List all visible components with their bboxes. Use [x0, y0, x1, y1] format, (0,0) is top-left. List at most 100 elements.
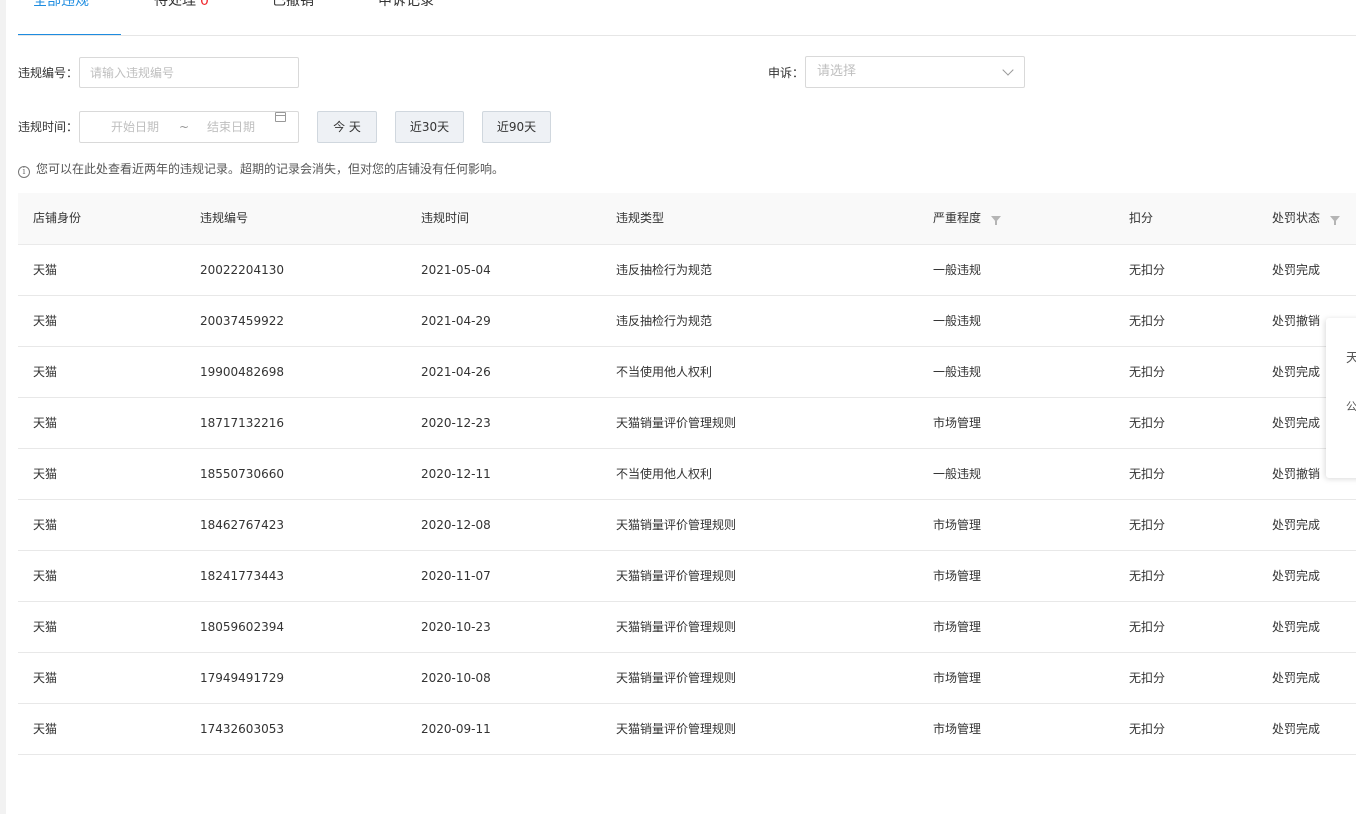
violation-time-label: 违规时间： — [18, 120, 79, 134]
cell-store-identity: 天猫 — [33, 365, 58, 379]
cell-violation-no: 18717132216 — [200, 416, 284, 430]
appeal-select[interactable]: 请选择 — [805, 56, 1025, 88]
cell-deduction: 无扣分 — [1129, 620, 1166, 634]
cell-deduction: 无扣分 — [1129, 365, 1166, 379]
cell-violation-time: 2020-12-11 — [421, 467, 491, 481]
cell-violation-type: 违反抽检行为规范 — [616, 314, 713, 328]
floating-side-panel[interactable]: 天 公 — [1326, 318, 1356, 478]
col-store-identity: 店铺身份 — [33, 211, 82, 225]
violation-tabs: 全部违规 待处理 0 已撤销 申诉记录 — [18, 0, 1356, 36]
table-row: 天猫 20037459922 2021-04-29 违反抽检行为规范 一般违规 无扣分 处罚… — [18, 296, 1356, 347]
cell-violation-time: 2020-09-11 — [421, 722, 491, 736]
cell-violation-type: 天猫销量评价管理规则 — [616, 416, 737, 430]
cell-violation-time: 2020-10-23 — [421, 620, 491, 634]
today-button[interactable]: 今 天 — [317, 111, 377, 143]
cell-store-identity: 天猫 — [33, 467, 58, 481]
cell-violation-type: 天猫销量评价管理规则 — [616, 722, 737, 736]
cell-severity: 一般违规 — [933, 467, 982, 481]
cell-violation-no: 17432603053 — [200, 722, 284, 736]
cell-violation-type: 天猫销量评价管理规则 — [616, 569, 737, 583]
cell-deduction: 无扣分 — [1129, 467, 1166, 481]
cell-violation-time: 2021-05-04 — [421, 263, 491, 277]
cell-violation-no: 20022204130 — [200, 263, 284, 277]
table-row: 天猫 18717132216 2020-12-23 天猫销量评价管理规则 市场管理 无扣分… — [18, 398, 1356, 449]
cell-store-identity: 天猫 — [33, 263, 58, 277]
cell-severity: 市场管理 — [933, 569, 982, 583]
col-violation-time: 违规时间 — [421, 211, 470, 225]
tab-label: 已撤销 — [272, 0, 314, 9]
cell-penalty-status: 处罚完成 — [1272, 569, 1321, 583]
table-row: 天猫 18059602394 2020-10-23 天猫销量评价管理规则 市场管理 无扣分… — [18, 602, 1356, 653]
last-30-days-button[interactable]: 近30天 — [395, 111, 464, 143]
table-row: 天猫 19900482698 2021-04-26 不当使用他人权利 一般违规 无扣分 处罚… — [18, 347, 1356, 398]
cell-deduction: 无扣分 — [1129, 722, 1166, 736]
cell-store-identity: 天猫 — [33, 722, 58, 736]
table-row: 天猫 17949491729 2020-10-08 天猫销量评价管理规则 市场管理 无扣分… — [18, 653, 1356, 704]
cell-severity: 市场管理 — [933, 416, 982, 430]
float-panel-text: 公 — [1346, 400, 1356, 413]
table-row: 天猫 18241773443 2020-11-07 天猫销量评价管理规则 市场管理 无扣分… — [18, 551, 1356, 602]
cell-violation-time: 2020-12-08 — [421, 518, 491, 532]
col-severity: 严重程度 — [933, 193, 1002, 244]
col-penalty-status: 处罚状态 — [1272, 193, 1341, 244]
cell-deduction: 无扣分 — [1129, 314, 1166, 328]
cell-violation-type: 天猫销量评价管理规则 — [616, 518, 737, 532]
col-deduction: 扣分 — [1129, 211, 1154, 225]
tab-appeal-records[interactable]: 申诉记录 — [378, 0, 434, 35]
cell-violation-type: 天猫销量评价管理规则 — [616, 620, 737, 634]
appeal-select-placeholder: 请选择 — [817, 64, 857, 79]
last-90-days-button[interactable]: 近90天 — [482, 111, 551, 143]
table-row: 天猫 18550730660 2020-12-11 不当使用他人权利 一般违规 无扣分 处罚… — [18, 449, 1356, 500]
table-row: 天猫 17432603053 2020-09-11 天猫销量评价管理规则 市场管理 无扣分… — [18, 704, 1356, 755]
filter-icon[interactable] — [991, 216, 1002, 225]
col-violation-type: 违规类型 — [616, 211, 665, 225]
cell-violation-type: 违反抽检行为规范 — [616, 263, 713, 277]
table-body: 天猫 20022204130 2021-05-04 违反抽检行为规范 一般违规 无扣分 处罚… — [18, 245, 1356, 755]
cell-violation-no: 18059602394 — [200, 620, 284, 634]
appeal-label: 申诉： — [768, 66, 805, 80]
cell-violation-time: 2021-04-29 — [421, 314, 491, 328]
start-date-input[interactable]: 开始日期 — [111, 112, 159, 142]
cell-penalty-status: 处罚完成 — [1272, 416, 1321, 430]
cell-penalty-status: 处罚完成 — [1272, 518, 1321, 532]
violation-no-label: 违规编号： — [18, 66, 79, 80]
table-row: 天猫 20022204130 2021-05-04 违反抽检行为规范 一般违规 无扣分 处罚… — [18, 245, 1356, 296]
cell-violation-time: 2021-04-26 — [421, 365, 491, 379]
cell-severity: 一般违规 — [933, 263, 982, 277]
cell-violation-no: 17949491729 — [200, 671, 284, 685]
table-row: 天猫 18462767423 2020-12-08 天猫销量评价管理规则 市场管理 无扣分… — [18, 500, 1356, 551]
cell-deduction: 无扣分 — [1129, 416, 1166, 430]
chevron-down-icon — [1002, 64, 1014, 76]
violation-table: 店铺身份 违规编号 违规时间 违规类型 严重程度 扣分 处罚状态 天猫 20022… — [18, 193, 1356, 755]
cell-violation-time: 2020-10-08 — [421, 671, 491, 685]
cell-penalty-status: 处罚完成 — [1272, 620, 1321, 634]
retention-notice: i 您可以在此处查看近两年的违规记录。超期的记录会消失，但对您的店铺没有任何影响。 — [18, 161, 504, 178]
cell-store-identity: 天猫 — [33, 518, 58, 532]
cell-store-identity: 天猫 — [33, 416, 58, 430]
tab-all-violations[interactable]: 全部违规 — [18, 0, 121, 35]
tab-revoked[interactable]: 已撤销 — [272, 0, 314, 35]
violation-no-input[interactable] — [79, 57, 299, 88]
pending-count-badge: 0 — [200, 0, 209, 9]
cell-violation-time: 2020-11-07 — [421, 569, 491, 583]
cell-severity: 一般违规 — [933, 365, 982, 379]
cell-penalty-status: 处罚完成 — [1272, 722, 1321, 736]
tab-label: 申诉记录 — [378, 0, 434, 9]
tab-label: 待处理 — [154, 0, 196, 9]
cell-violation-no: 18462767423 — [200, 518, 284, 532]
cell-deduction: 无扣分 — [1129, 569, 1166, 583]
filter-icon[interactable] — [1330, 216, 1341, 225]
cell-severity: 市场管理 — [933, 620, 982, 634]
notice-text: 您可以在此处查看近两年的违规记录。超期的记录会消失，但对您的店铺没有任何影响。 — [36, 162, 505, 176]
info-icon: i — [18, 166, 30, 178]
cell-violation-no: 20037459922 — [200, 314, 284, 328]
date-range-separator: ~ — [179, 120, 190, 134]
tab-pending[interactable]: 待处理 0 — [154, 0, 209, 35]
end-date-input[interactable]: 结束日期 — [207, 112, 255, 142]
cell-violation-no: 18241773443 — [200, 569, 284, 583]
tab-label: 全部违规 — [33, 0, 89, 9]
col-violation-no: 违规编号 — [200, 211, 249, 225]
cell-severity: 市场管理 — [933, 671, 982, 685]
cell-penalty-status: 处罚完成 — [1272, 263, 1321, 277]
calendar-icon[interactable] — [275, 112, 286, 122]
